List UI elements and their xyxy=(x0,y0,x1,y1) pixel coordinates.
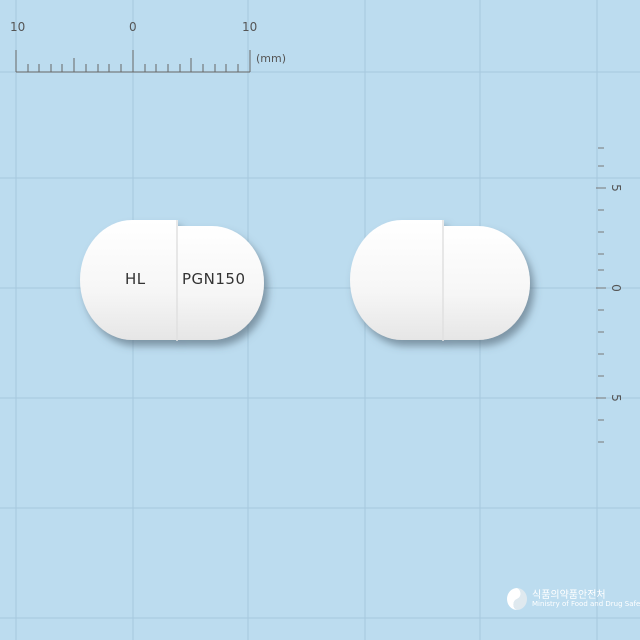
pill-photo: 10 0 10 (mm) 5 0 5 HL PGN150 식품의약품안전처 Mi… xyxy=(0,0,640,640)
imprint-cap: HL xyxy=(125,270,146,288)
top-ruler xyxy=(15,50,251,73)
side-label-top: 5 xyxy=(609,184,623,192)
mfds-english-name: Ministry of Food and Drug Safety xyxy=(532,600,640,608)
ruler-label-left: 10 xyxy=(10,20,26,34)
capsule-back xyxy=(350,220,530,341)
mfds-emblem-icon xyxy=(507,588,527,610)
mfds-logo: 식품의약품안전처 Ministry of Food and Drug Safet… xyxy=(506,584,640,624)
side-label-bottom: 5 xyxy=(609,394,623,402)
ruler-label-right: 10 xyxy=(242,20,258,34)
ruler-unit: (mm) xyxy=(256,52,287,65)
grid-background xyxy=(0,0,640,640)
mfds-korean-name: 식품의약품안전처 xyxy=(532,590,606,601)
ruler-label-zero: 0 xyxy=(129,20,137,34)
imprint-body: PGN150 xyxy=(182,270,246,288)
side-label-zero: 0 xyxy=(609,284,623,292)
